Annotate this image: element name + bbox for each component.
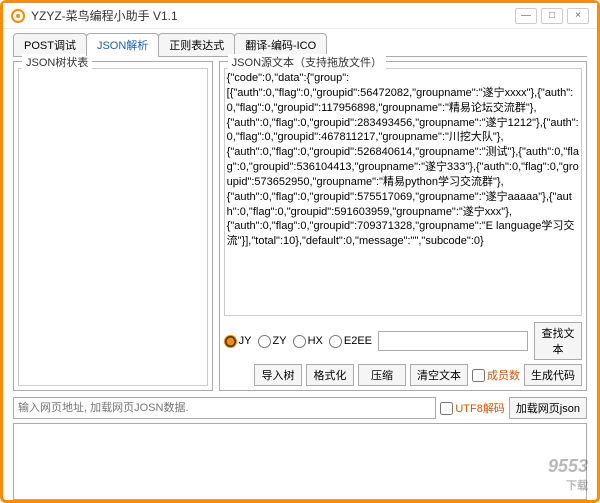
- url-input[interactable]: [13, 397, 436, 419]
- tab-bar: POST调试 JSON解析 正则表达式 翻译-编码-ICO: [3, 29, 597, 56]
- window-title: YZYZ-菜鸟编程小助手 V1.1: [31, 7, 511, 24]
- bottom-output-area[interactable]: [13, 423, 587, 500]
- json-tree-label: JSON树状表: [22, 54, 92, 70]
- tab-json-parse[interactable]: JSON解析: [86, 33, 159, 56]
- titlebar: YZYZ-菜鸟编程小助手 V1.1 — □ ×: [3, 3, 597, 29]
- generate-code-button[interactable]: 生成代码: [524, 364, 582, 386]
- find-text-input[interactable]: [378, 331, 528, 351]
- maximize-button[interactable]: □: [541, 8, 563, 24]
- close-button[interactable]: ×: [567, 8, 589, 24]
- format-button[interactable]: 格式化: [306, 364, 354, 386]
- find-text-button[interactable]: 查找文本: [534, 322, 582, 360]
- clear-text-button[interactable]: 清空文本: [410, 364, 468, 386]
- tab-regex[interactable]: 正则表达式: [158, 33, 235, 56]
- content-area: JSON树状表 JSON源文本（支持拖放文件） JY ZY HX E2EE 查找…: [13, 56, 587, 500]
- import-tree-button[interactable]: 导入树: [254, 364, 302, 386]
- json-source-textarea[interactable]: [224, 68, 582, 316]
- radio-e2ee[interactable]: E2EE: [329, 335, 372, 348]
- json-tree-view[interactable]: [18, 68, 208, 386]
- compress-button[interactable]: 压缩: [358, 364, 406, 386]
- json-tree-panel: JSON树状表: [13, 61, 213, 391]
- load-web-json-button[interactable]: 加载网页json: [509, 397, 587, 419]
- utf8-decode-checkbox[interactable]: UTF8解码: [440, 400, 505, 416]
- minimize-button[interactable]: —: [515, 8, 537, 24]
- tab-translate-encode[interactable]: 翻译-编码-ICO: [234, 33, 327, 56]
- tab-post-debug[interactable]: POST调试: [13, 33, 87, 56]
- json-source-panel: JSON源文本（支持拖放文件） JY ZY HX E2EE 查找文本 导入树 格…: [219, 61, 587, 391]
- members-checkbox[interactable]: 成员数: [472, 367, 520, 383]
- json-source-label: JSON源文本（支持拖放文件）: [228, 54, 386, 70]
- radio-zy[interactable]: ZY: [258, 335, 287, 348]
- radio-hx[interactable]: HX: [293, 335, 323, 348]
- radio-jy[interactable]: JY: [224, 335, 252, 348]
- app-logo-icon: [11, 9, 25, 23]
